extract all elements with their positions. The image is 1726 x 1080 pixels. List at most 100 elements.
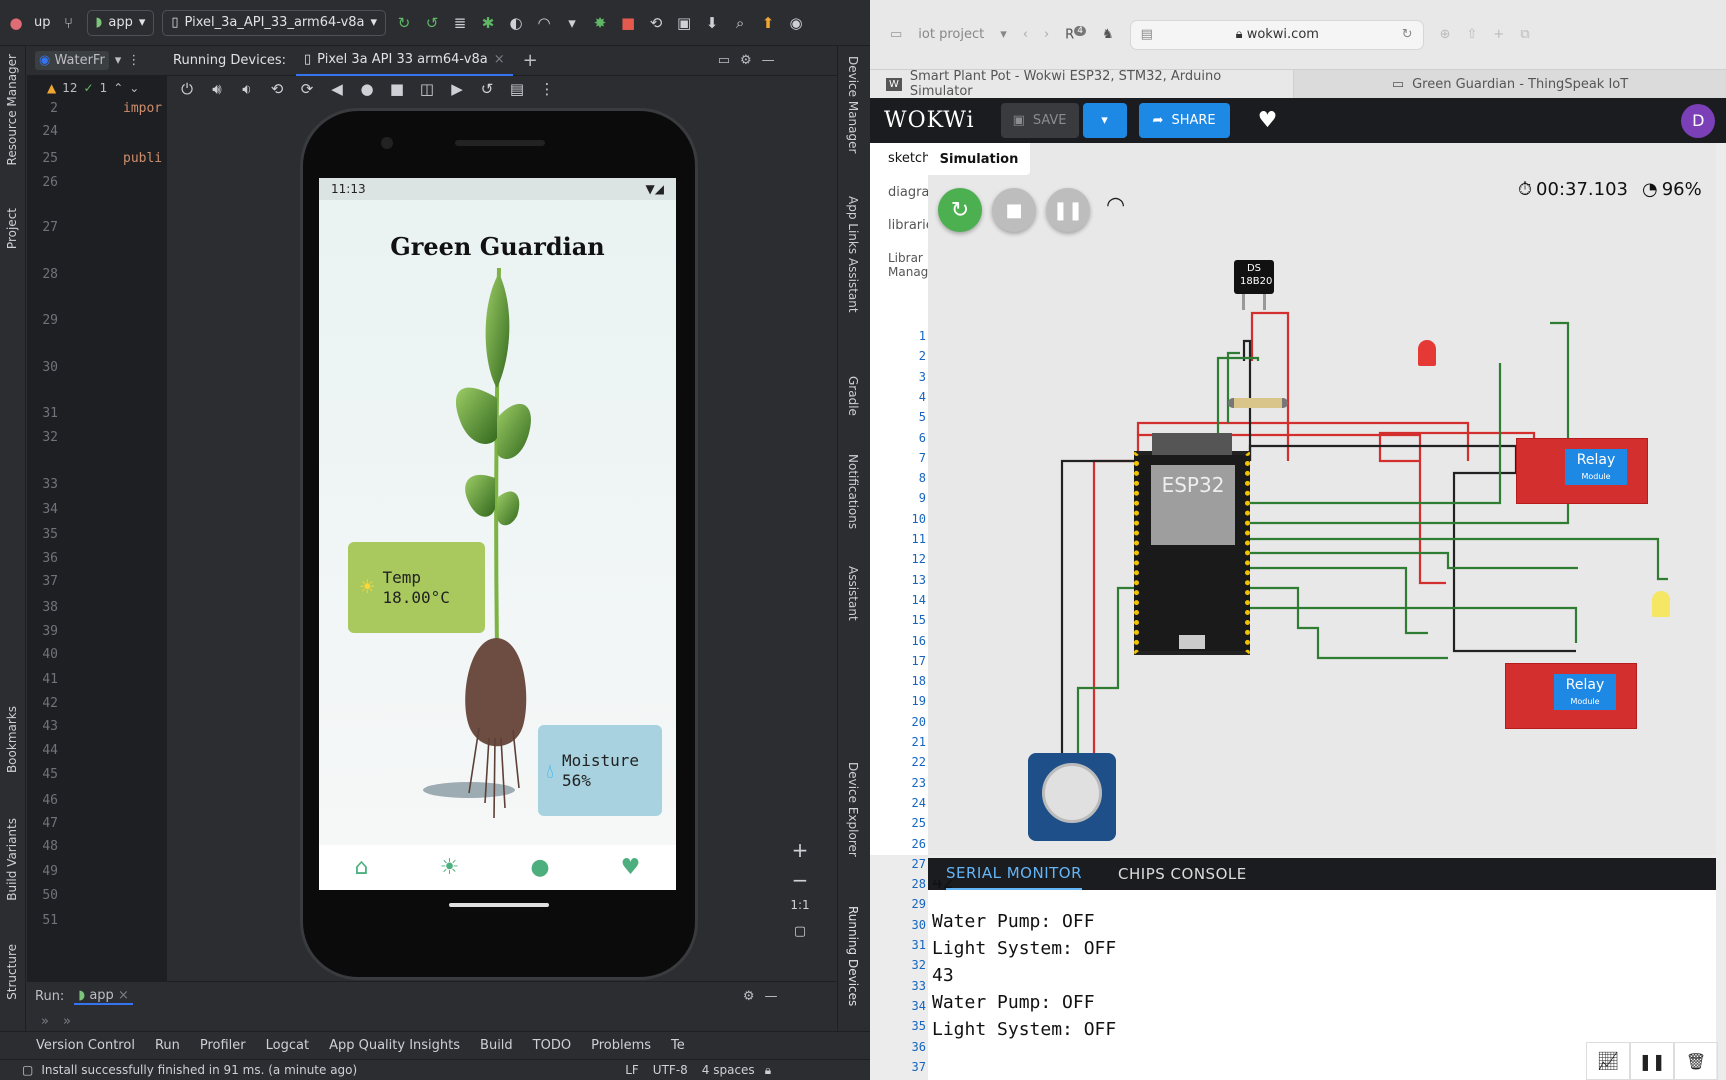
inspection-widget[interactable]: ▲ 12 ✓ 1 ⌃ ⌄ [27, 76, 167, 100]
rerun-icon[interactable]: ↻ [394, 13, 414, 33]
device-selector[interactable]: ▯ Pixel_3a_API_33_arm64-v8a ▾ [162, 9, 387, 36]
debug-app-icon[interactable]: ✸ [590, 13, 610, 33]
tool-logcat[interactable]: Logcat [266, 1038, 309, 1053]
tool-app-quality[interactable]: App Quality Insights [329, 1038, 460, 1053]
tool-gradle[interactable]: Gradle [846, 376, 860, 416]
apply-changes-icon[interactable]: ↺ [422, 13, 442, 33]
tab-libraries[interactable]: librarie [888, 218, 934, 233]
led-red[interactable] [1418, 340, 1436, 366]
tool-app-links[interactable]: App Links Assistant [846, 196, 860, 313]
chevron-down-icon[interactable]: ▾ [115, 53, 122, 68]
window-icon[interactable]: ▭ [718, 53, 730, 68]
forward-icon[interactable]: › [1044, 27, 1049, 42]
tool-running-devices[interactable]: Running Devices [846, 906, 860, 1006]
line-separator[interactable]: LF [625, 1063, 639, 1077]
tab-overview-icon[interactable]: ⧉ [1520, 27, 1529, 42]
moisture-card[interactable]: 💧︎ Moisture 56% [538, 725, 662, 816]
tool-project[interactable]: Project [5, 208, 19, 249]
rotate-left-icon[interactable]: ⟲ [267, 79, 287, 99]
tool-profiler[interactable]: Profiler [200, 1038, 246, 1053]
gear-icon[interactable]: ⚙ [740, 53, 752, 68]
trash-icon[interactable]: 🗑︎ [1674, 1042, 1718, 1080]
tool-device-explorer[interactable]: Device Explorer [846, 762, 860, 857]
close-icon[interactable]: × [494, 52, 505, 67]
back-icon[interactable]: ‹ [1023, 27, 1028, 42]
file-tab[interactable]: ◉ WaterFr [35, 51, 109, 70]
share-icon[interactable]: ⇧ [1467, 27, 1478, 42]
add-tab-icon[interactable]: + [523, 50, 538, 71]
close-icon[interactable]: × [118, 988, 129, 1003]
rotate-right-icon[interactable]: ⟳ [297, 79, 317, 99]
more-icon[interactable]: ⋮ [537, 79, 557, 99]
chevron-up-icon[interactable]: ⌃ [113, 81, 123, 95]
tab-library-manager[interactable]: Librar Manag [888, 251, 930, 280]
tool-device-manager[interactable]: Device Manager [846, 56, 860, 153]
back-icon[interactable]: ◀ [327, 79, 347, 99]
search-icon[interactable]: ⌕ [730, 13, 750, 33]
tool-resource-manager[interactable]: Resource Manager [5, 54, 19, 165]
minimize-icon[interactable]: — [765, 989, 778, 1004]
profiler-icon[interactable]: ◠ [534, 13, 554, 33]
tool-run[interactable]: Run [155, 1038, 180, 1053]
share-button[interactable]: ➦ SHARE [1138, 103, 1230, 138]
tab-chips-console[interactable]: CHIPS CONSOLE [1118, 865, 1247, 883]
power-icon[interactable]: ⏻ [177, 79, 197, 99]
volume-up-icon[interactable]: 🔊︎ [207, 79, 227, 99]
relay-module-2[interactable]: Relay Module [1505, 663, 1637, 729]
heart-icon[interactable]: ♥ [621, 855, 641, 880]
temp-card[interactable]: ☀ Temp 18.00°C [348, 542, 485, 633]
run-config-dropdown[interactable]: ◗ app ▾ [86, 9, 155, 36]
save-dropdown-button[interactable]: ▾ [1082, 103, 1127, 138]
device-manager-icon[interactable]: ▣ [674, 13, 694, 33]
chevron-down-icon[interactable]: ▾ [1000, 27, 1007, 42]
plotter-icon[interactable]: 📈︎ [1586, 1042, 1630, 1080]
potentiometer[interactable] [1028, 753, 1116, 841]
relay-module-1[interactable]: Relay Module [1516, 438, 1648, 504]
tool-problems[interactable]: Problems [591, 1038, 651, 1053]
sync-icon[interactable]: ⟲ [646, 13, 666, 33]
simulation-canvas[interactable]: Simulation ↻ ■ ❚❚ ◠ ⏱ 00:37.103 ◔ 96% DS… [928, 143, 1716, 855]
account-icon[interactable]: ◉ [786, 13, 806, 33]
tab-sketch[interactable]: sketch [888, 151, 930, 166]
project-icon[interactable]: ● [6, 13, 26, 33]
avatar[interactable]: D [1681, 103, 1716, 138]
fit-screen-icon[interactable]: ▢ [785, 924, 815, 939]
sun-icon[interactable]: ☀ [440, 855, 460, 880]
heart-icon[interactable]: ♥ [1258, 108, 1278, 133]
home-button-icon[interactable]: ● [357, 79, 377, 99]
url-bar[interactable]: ▤ 🔒︎ wokwi.com ↻ [1129, 19, 1424, 50]
wokwi-logo[interactable]: WOKWi [884, 108, 975, 133]
run-tab[interactable]: ◗ app × [74, 988, 133, 1005]
extension-icon[interactable]: R4 [1065, 26, 1086, 43]
minimize-icon[interactable]: — [762, 53, 775, 68]
overview-icon[interactable]: ■ [387, 79, 407, 99]
tool-todo[interactable]: TODO [533, 1038, 571, 1053]
lock-icon[interactable]: 🔒︎ [765, 1063, 771, 1078]
volume-down-icon[interactable]: 🔉︎ [237, 79, 257, 99]
chevron-down-icon[interactable]: ⌄ [129, 81, 139, 95]
update-icon[interactable]: ⬆ [758, 13, 778, 33]
led-yellow[interactable] [1652, 591, 1670, 617]
zoom-reset-label[interactable]: 1:1 [785, 898, 815, 924]
pause-icon[interactable]: ❚❚ [1630, 1042, 1674, 1080]
tab-group-label[interactable]: iot project [918, 27, 984, 42]
gear-icon[interactable]: ⚙ [743, 989, 755, 1004]
ds18b20-sensor[interactable]: DS 18B20 [1234, 260, 1274, 294]
new-tab-icon[interactable]: + [1493, 27, 1504, 42]
record-icon[interactable]: ▶ [447, 79, 467, 99]
logcat-icon[interactable]: ≣ [450, 13, 470, 33]
tool-bookmarks[interactable]: Bookmarks [5, 706, 19, 773]
tool-terminal[interactable]: Te [671, 1038, 685, 1053]
snapshot-icon[interactable]: ↺ [477, 79, 497, 99]
device-tab[interactable]: ▯ Pixel 3a API 33 arm64-v8a × [296, 46, 513, 76]
home-icon[interactable]: ⌂ [355, 855, 369, 880]
vcs-icon[interactable]: ⑂ [59, 13, 79, 33]
attach-debugger-icon[interactable]: ◐ [506, 13, 526, 33]
gesture-bar[interactable] [449, 903, 549, 907]
tool-structure[interactable]: Structure [5, 944, 19, 1000]
esp32-board[interactable]: ESP32 [1134, 451, 1250, 655]
indent[interactable]: 4 spaces [702, 1063, 755, 1077]
screenshot-icon[interactable]: ◫ [417, 79, 437, 99]
reload-icon[interactable]: ↻ [1402, 27, 1413, 42]
expand-icon[interactable]: » [63, 1014, 71, 1029]
